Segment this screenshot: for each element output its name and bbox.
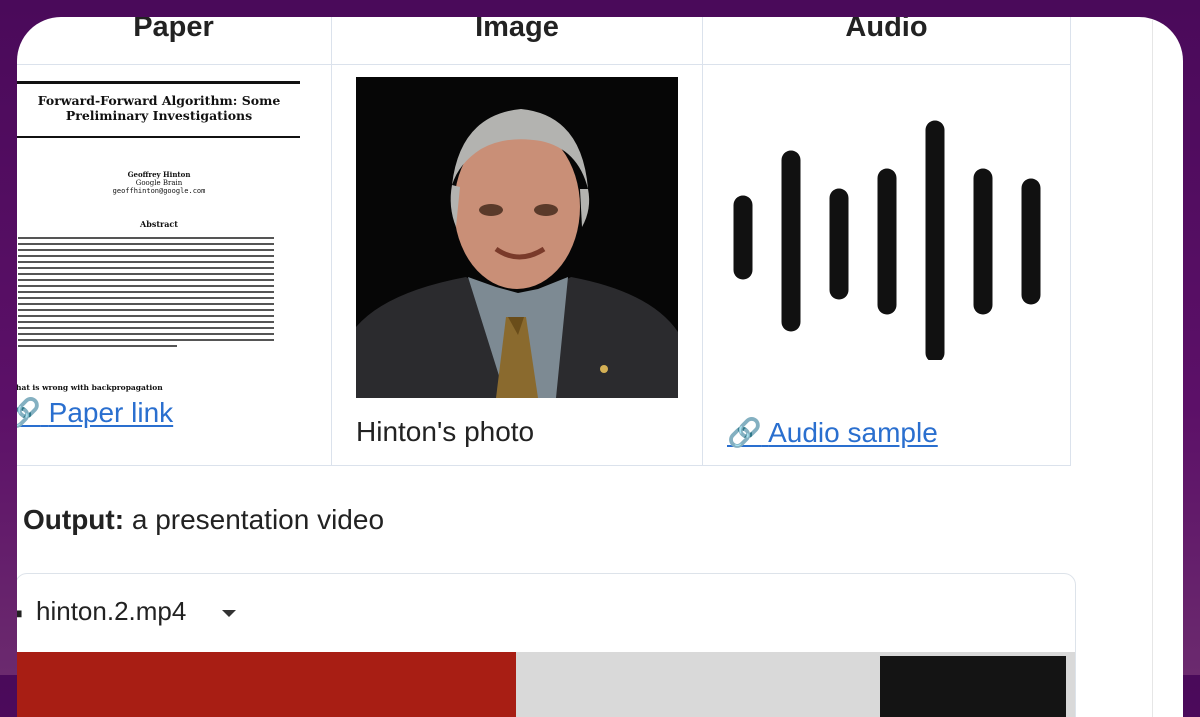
paper-title: Forward-Forward Algorithm: Some Prelimin… xyxy=(37,93,281,123)
portrait-image xyxy=(356,77,678,398)
header-image: Image xyxy=(331,17,703,65)
sound-wave-icon xyxy=(733,120,1041,360)
image-caption: Hinton's photo xyxy=(356,416,535,447)
paper-abstract-text xyxy=(18,237,274,351)
link-icon: 🔗 xyxy=(727,417,762,448)
audio-link-label: Audio sample xyxy=(768,417,938,448)
paper-section-heading: hat is wrong with backpropagation xyxy=(17,383,163,392)
video-player[interactable]: ■ hinton.2.mp4 xyxy=(17,573,1076,717)
link-icon: 🔗 xyxy=(17,397,41,428)
paper-email: geoffhinton@google.com xyxy=(112,187,206,195)
paper-author-block: Geoffrey Hinton Google Brain geoffhinton… xyxy=(17,170,302,196)
output-label: Output: xyxy=(23,504,125,535)
paper-rule-top xyxy=(17,81,300,84)
audio-cell: 🔗 Audio sample xyxy=(702,64,1071,466)
paper-cell: Forward-Forward Algorithm: Some Prelimin… xyxy=(17,64,332,466)
paper-link[interactable]: 🔗 Paper link xyxy=(17,396,173,429)
media-table: Paper Image Audio Forward-Forward Algori… xyxy=(17,17,1071,466)
paper-abstract-heading: Abstract xyxy=(140,219,178,229)
paper-rule-bottom xyxy=(17,136,300,138)
paper-author: Geoffrey Hinton xyxy=(127,170,191,179)
paper-link-label: Paper link xyxy=(48,397,174,428)
content-panel: Paper Image Audio Forward-Forward Algori… xyxy=(17,17,1183,717)
output-text: a presentation video xyxy=(131,504,385,535)
output-description: Output: a presentation video xyxy=(23,504,384,536)
hinton-photo xyxy=(356,77,678,398)
chevron-down-icon[interactable] xyxy=(222,610,236,617)
audio-link[interactable]: 🔗 Audio sample xyxy=(727,416,938,449)
table-row: Forward-Forward Algorithm: Some Prelimin… xyxy=(17,64,1071,466)
header-audio: Audio xyxy=(702,17,1071,65)
video-frame[interactable] xyxy=(17,652,1075,717)
image-cell: Hinton's photo xyxy=(331,64,703,466)
paper-affiliation: Google Brain xyxy=(135,179,183,187)
table-header-row: Paper Image Audio xyxy=(17,17,1071,65)
panel-divider xyxy=(1152,17,1153,717)
film-icon: ■ xyxy=(17,605,22,621)
header-paper: Paper xyxy=(17,17,332,65)
video-filename[interactable]: hinton.2.mp4 xyxy=(36,596,186,627)
paper-thumbnail[interactable]: Forward-Forward Algorithm: Some Prelimin… xyxy=(17,79,302,392)
video-frame-red-region xyxy=(17,652,516,717)
video-frame-speaker xyxy=(880,656,1066,717)
